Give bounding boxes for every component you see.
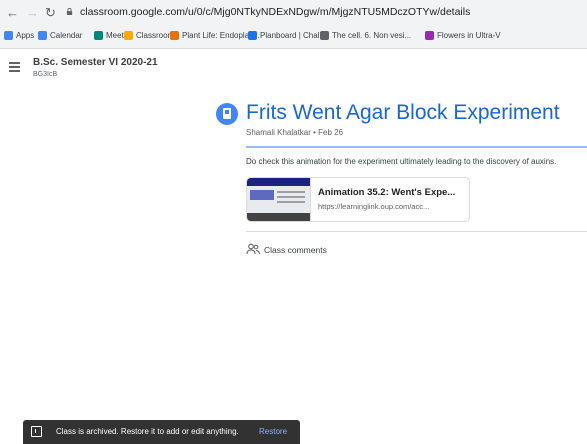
attachment-title: Animation 35.2: Went's Expe... xyxy=(318,187,456,198)
attachment-url: https://learninglink.oup.com/acc... xyxy=(318,202,430,211)
bookmark-label: Calendar xyxy=(50,31,83,40)
material-icon xyxy=(216,103,238,125)
comments-divider xyxy=(246,231,587,232)
address-bar[interactable]: classroom.google.com/u/0/c/Mjg0NTkyNDExN… xyxy=(80,6,470,18)
calendar-icon xyxy=(38,31,47,40)
reload-icon[interactable]: ↻ xyxy=(45,5,56,21)
bookmark-label: Meet xyxy=(106,31,124,40)
bookmark-label: Planboard | Chalk xyxy=(260,31,324,40)
forward-arrow-icon[interactable]: → xyxy=(26,5,39,21)
class-comments-link[interactable]: Class comments xyxy=(264,245,327,255)
bookmark-label: Flowers in Ultra-V xyxy=(437,31,501,40)
bookmark-flowers-in-ultra-v[interactable]: Flowers in Ultra-V xyxy=(425,31,501,40)
bookmark-calendar[interactable]: Calendar xyxy=(38,31,82,40)
bookmark-icon xyxy=(170,31,179,40)
browser-toolbar: ← → ↻ classroom.google.com/u/0/c/Mjg0NTk… xyxy=(0,0,587,26)
attachment-thumbnail xyxy=(247,178,311,221)
back-arrow-icon[interactable]: ← xyxy=(6,5,19,21)
title-divider xyxy=(246,146,587,148)
snackbar-message: Class is archived. Restore it to add or … xyxy=(56,427,239,436)
course-title[interactable]: B.Sc. Semester VI 2020-21 xyxy=(33,57,158,68)
post-title: Frits Went Agar Block Experiment xyxy=(246,101,560,124)
bookmark-classroom[interactable]: Classroom xyxy=(124,31,174,40)
bookmark-planboard-chalk[interactable]: Planboard | Chalk xyxy=(248,31,323,40)
bookmark-apps[interactable]: Apps xyxy=(4,31,34,40)
bookmark-meet[interactable]: Meet xyxy=(94,31,124,40)
bookmark-label: Apps xyxy=(16,31,35,40)
bookmark-plant-life-endoplas[interactable]: Plant Life: Endoplas... xyxy=(170,31,260,40)
bookmarks-bar: Apps Calendar Meet Classroom Plant Life: End… xyxy=(0,26,587,49)
lock-icon xyxy=(66,8,73,15)
course-section: BG3IcB xyxy=(33,71,58,78)
meet-icon xyxy=(94,31,103,40)
people-icon xyxy=(246,243,260,255)
restore-button[interactable]: Restore xyxy=(259,427,287,436)
post-meta: Shamali Khalatkar • Feb 26 xyxy=(246,128,344,137)
bookmark-label: Classroom xyxy=(136,31,175,40)
post-description: Do check this animation for the experime… xyxy=(246,157,557,166)
attachment-card[interactable]: Animation 35.2: Went's Expe... https://l… xyxy=(246,177,470,222)
bookmark-icon xyxy=(425,31,434,40)
classroom-icon xyxy=(124,31,133,40)
bookmark-icon xyxy=(248,31,257,40)
archive-icon xyxy=(31,426,42,437)
bookmark-icon xyxy=(320,31,329,40)
apps-grid-icon xyxy=(4,31,13,40)
bookmark-the-cell-6-non-vesi[interactable]: The cell. 6. Non vesi... xyxy=(320,31,411,40)
archived-snackbar: Class is archived. Restore it to add or … xyxy=(23,420,300,444)
bookmark-label: The cell. 6. Non vesi... xyxy=(332,31,412,40)
main-menu-icon[interactable] xyxy=(9,62,20,74)
